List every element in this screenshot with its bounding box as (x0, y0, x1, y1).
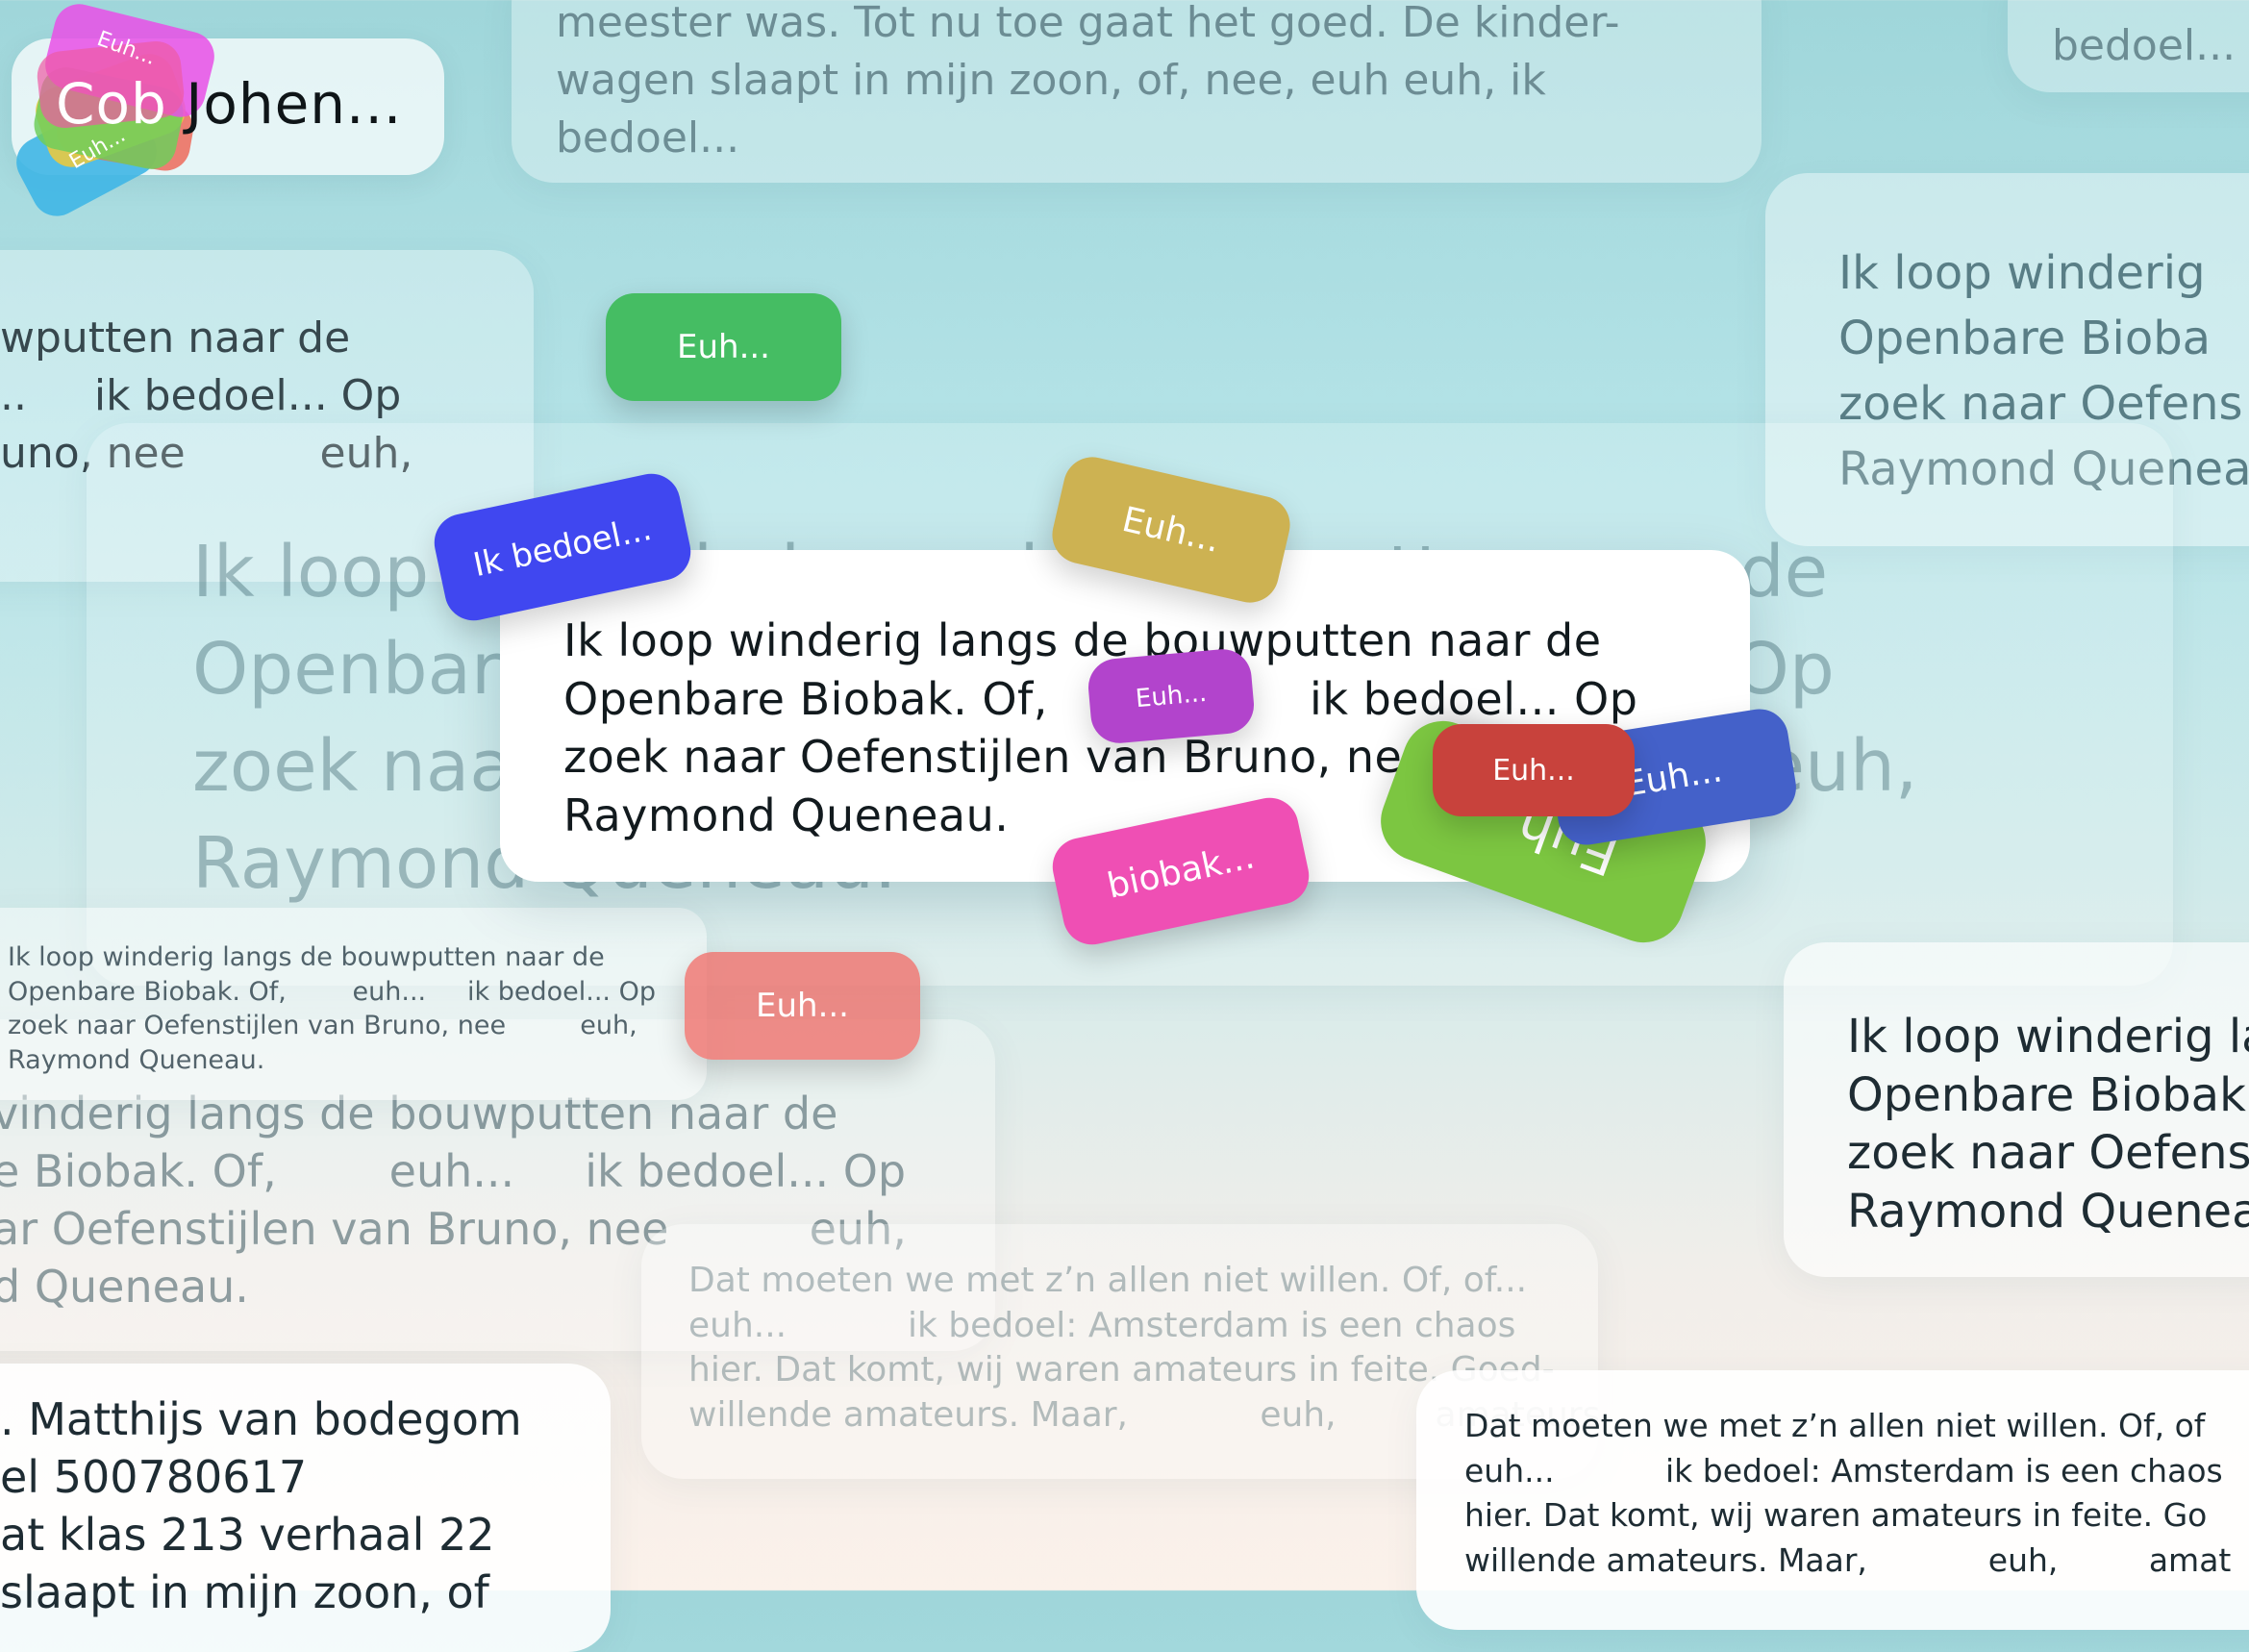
top-right-card: bedoel... (2008, 0, 2249, 92)
user-first-name: Cob (56, 71, 167, 137)
euh-tag-green-label: Euh... (676, 328, 770, 366)
top-right-card-text: bedoel... (2052, 21, 2237, 70)
euh-tag-gold-label: Euh... (1118, 499, 1224, 561)
bottom-right-card-text: Dat moeten we met z’n allen niet willen.… (1464, 1407, 2232, 1579)
euh-tag-salmon-label: Euh... (755, 987, 849, 1025)
euh-tag-purple[interactable]: Euh... (1086, 646, 1257, 746)
euh-tag-blue-label: Euh... (1621, 749, 1725, 805)
euh-tag-purple-label: Euh... (1134, 678, 1209, 714)
right-mid-card-text: Ik loop winderig la Openbare Biobak. zoe… (1847, 1010, 2249, 1239)
euh-tag-red[interactable]: Euh... (1433, 724, 1635, 816)
bottom-left-card-text: . Matthijs van bodegom el 500780617 at k… (0, 1393, 522, 1618)
user-last-name: Johen... (186, 71, 403, 137)
small-left-card: Ik loop winderig langs de bouwputten naa… (0, 908, 707, 1100)
top-center-card-text: meester was. Tot nu toe gaat het goed. D… (556, 0, 1620, 163)
user-name: Cob Johen... (56, 71, 402, 137)
euh-tag-red-label: Euh... (1492, 753, 1575, 788)
bottom-left-card: . Matthijs van bodegom el 500780617 at k… (0, 1364, 611, 1652)
right-mid-card: Ik loop winderig la Openbare Biobak. zoe… (1784, 942, 2249, 1277)
euh-tag-green[interactable]: Euh... (606, 293, 841, 401)
biobak-tag-label: biobak... (1103, 836, 1259, 907)
ik-bedoel-tag-label: Ik bedoel... (469, 509, 656, 586)
top-center-card: meester was. Tot nu toe gaat het goed. D… (512, 0, 1762, 183)
bottom-right-card: Dat moeten we met z’n allen niet willen.… (1416, 1370, 2249, 1630)
euh-tag-salmon[interactable]: Euh... (685, 952, 920, 1060)
small-left-card-text: Ik loop winderig langs de bouwputten naa… (8, 942, 656, 1075)
